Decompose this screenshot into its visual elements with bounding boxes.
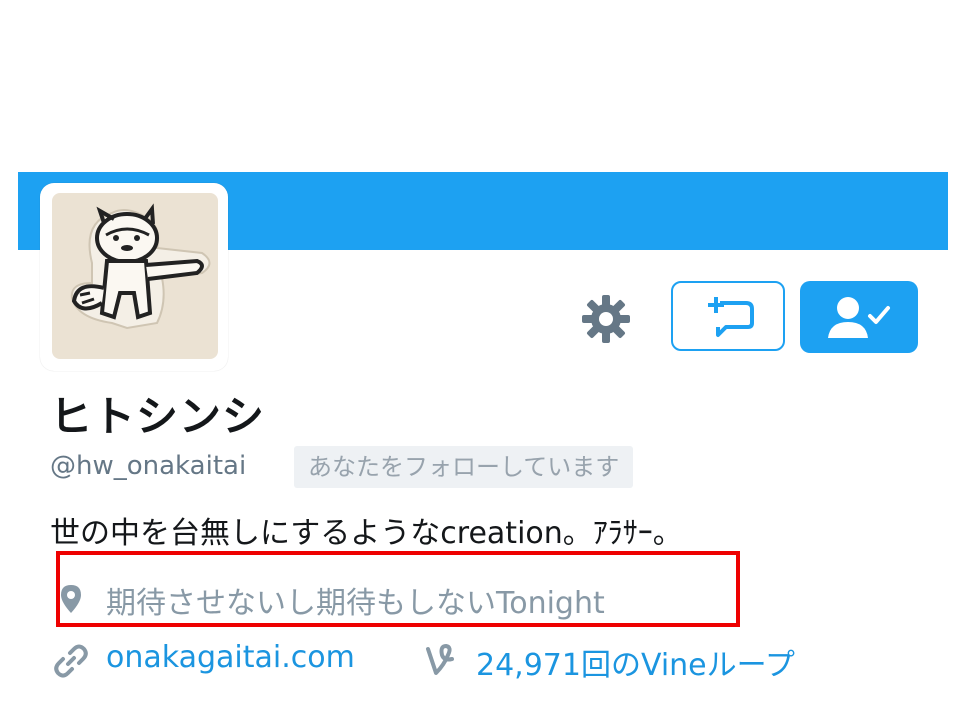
- website-link[interactable]: onakagaitai.com: [106, 640, 355, 675]
- link-icon: [54, 644, 88, 678]
- user-handle: @hw_onakaitai: [50, 451, 247, 481]
- follows-you-badge: あなたをフォローしています: [294, 446, 634, 488]
- profile-location: 期待させないし期待もしないTonight: [106, 586, 605, 621]
- direct-message-button[interactable]: [671, 281, 785, 351]
- user-check-icon: [828, 297, 890, 338]
- vine-loops-link[interactable]: 24,971回のVineループ: [476, 640, 795, 684]
- display-name: ヒトシンシ: [50, 392, 266, 441]
- avatar-image: [52, 193, 218, 359]
- gear-icon[interactable]: [580, 293, 632, 345]
- map-pin-icon: [60, 584, 82, 614]
- direct-message-icon: [708, 297, 754, 337]
- vine-icon: [424, 643, 458, 677]
- following-button[interactable]: [800, 281, 918, 353]
- profile-bio: 世の中を台無しにするようなcreation。ｱﾗｻｰ。: [50, 516, 683, 551]
- avatar[interactable]: [52, 193, 218, 359]
